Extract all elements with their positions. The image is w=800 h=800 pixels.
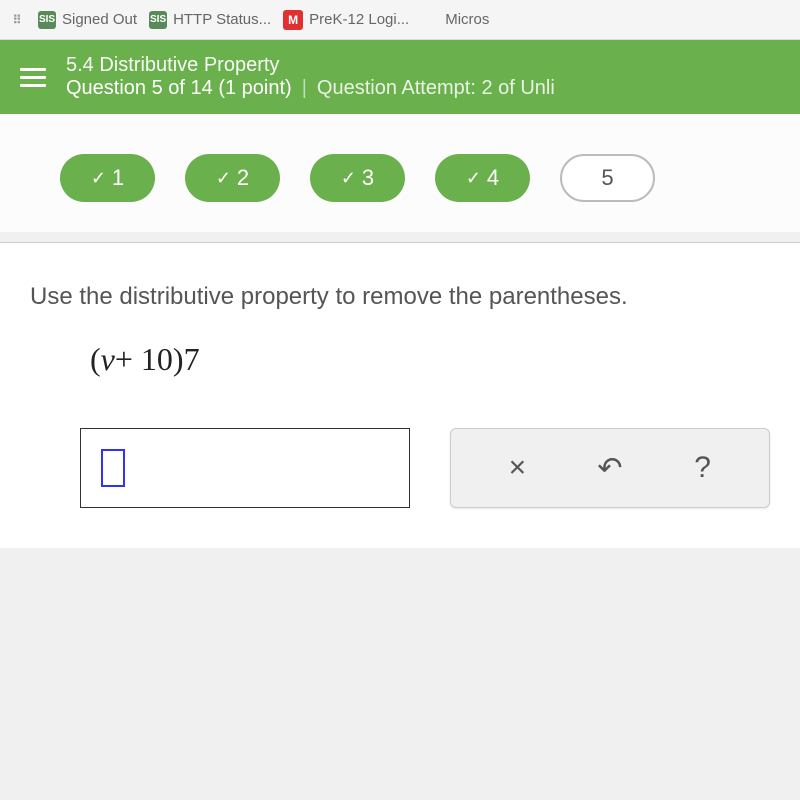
apps-icon: ⠿ [8,11,26,29]
clear-button[interactable]: × [492,451,542,485]
question-num: 1 [112,165,124,191]
sis-icon: SIS [149,11,167,29]
question-nav-3[interactable]: ✓ 3 [310,154,405,202]
help-button[interactable]: ? [678,451,728,485]
input-cursor [101,449,125,487]
question-num: 2 [237,165,249,191]
question-nav-2[interactable]: ✓ 2 [185,154,280,202]
question-nav-1[interactable]: ✓ 1 [60,154,155,202]
undo-button[interactable]: ↶ [585,451,635,486]
check-icon: ✓ [341,168,356,189]
question-num: 4 [487,165,499,191]
bookmark-apps[interactable]: ⠿ [8,11,26,29]
question-prompt: Use the distributive property to remove … [30,283,770,311]
bookmark-signed-out[interactable]: SIS Signed Out [38,11,137,29]
tool-palette: × ↶ ? [450,428,770,508]
bookmark-label: Signed Out [62,11,137,28]
sis-icon: SIS [38,11,56,29]
answer-input[interactable] [80,428,410,508]
bookmark-microsoft[interactable]: Micros [421,11,489,29]
bookmark-label: HTTP Status... [173,11,271,28]
header-text: 5.4 Distributive Property Question 5 of … [66,54,780,100]
question-progress: ✓ 1 ✓ 2 ✓ 3 ✓ 4 5 [0,114,800,232]
attempt-count: Question Attempt: 2 of Unli [317,77,555,100]
m-icon: M [283,10,303,30]
lesson-title: 5.4 Distributive Property [66,54,780,77]
bookmark-label: PreK-12 Logi... [309,11,409,28]
question-position: Question 5 of 14 (1 point) [66,77,292,100]
question-content: Use the distributive property to remove … [0,242,800,548]
check-icon: ✓ [91,168,106,189]
bookmark-label: Micros [445,11,489,28]
question-nav-5[interactable]: 5 [560,154,655,202]
question-num: 3 [362,165,374,191]
check-icon: ✓ [466,168,481,189]
microsoft-icon [421,11,439,29]
lesson-header: 5.4 Distributive Property Question 5 of … [0,40,800,114]
answer-row: × ↶ ? [80,428,770,508]
question-nav-4[interactable]: ✓ 4 [435,154,530,202]
bookmark-prek12[interactable]: M PreK-12 Logi... [283,10,409,30]
menu-button[interactable] [20,68,46,87]
bookmark-bar: ⠿ SIS Signed Out SIS HTTP Status... M Pr… [0,0,800,40]
math-expression: (v+ 10)7 [90,341,770,378]
question-num: 5 [601,165,613,191]
check-icon: ✓ [216,168,231,189]
divider: | [302,77,307,100]
bookmark-http-status[interactable]: SIS HTTP Status... [149,11,271,29]
